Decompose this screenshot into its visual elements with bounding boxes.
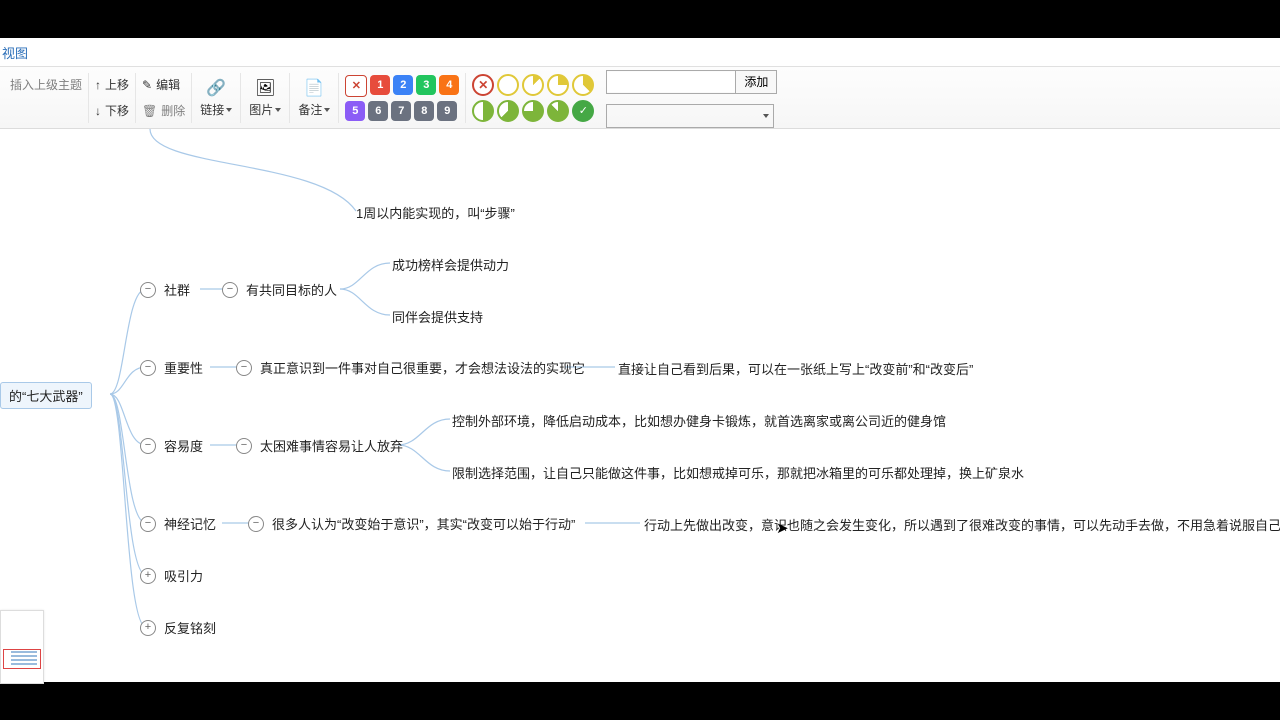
priority-5-button[interactable]: 5 [345,101,365,121]
collapse-icon[interactable]: − [140,282,156,298]
mindmap-node-neural[interactable]: − 神经记忆 [140,514,216,533]
letterbox-bottom [0,682,1280,720]
arrow-down-icon: ↓ [95,104,101,118]
connectors [0,129,1280,684]
collapse-icon[interactable]: − [140,438,156,454]
collapse-icon[interactable]: − [222,282,238,298]
progress-12-button[interactable] [522,74,544,96]
priority-1-button[interactable]: 1 [370,75,390,95]
collapse-icon[interactable]: − [236,360,252,376]
tag-input[interactable] [607,72,735,92]
trash-icon: 🗑 [142,104,157,118]
mindmap-node-importance[interactable]: − 重要性 [140,358,203,377]
node-label: 神经记忆 [164,514,216,533]
tab-bar: 视图 [0,38,1280,67]
mindmap-leaf[interactable]: 限制选择范围，让自己只能做这件事，比如想戒掉可乐，那就把冰箱里的可乐都处理掉，换… [452,463,1024,482]
node-label: 很多人认为“改变始于意识”，其实“改变可以始于行动” [272,514,575,533]
priority-row-top: ✕ 1 2 3 4 [345,75,459,97]
expand-icon[interactable]: + [140,620,156,636]
node-label: 有共同目标的人 [246,280,337,299]
note-icon: 📄 [303,77,325,99]
node-label: 重要性 [164,358,203,377]
node-label: 的“七大武器” [9,386,83,405]
edit-button[interactable]: ✎编辑 [142,75,185,95]
mindmap-leaf[interactable]: 成功榜样会提供动力 [392,255,509,274]
mindmap-node-ease-child[interactable]: − 太困难事情容易让人放弃 [236,436,403,455]
progress-37-button[interactable] [572,74,594,96]
progress-50-button[interactable] [472,100,494,122]
priority-9-button[interactable]: 9 [437,101,457,121]
progress-100-button[interactable]: ✓ [572,100,594,122]
mindmap-leaf[interactable]: 直接让自己看到后果，可以在一张纸上写上“改变前”和“改变后” [618,359,973,378]
move-down-button[interactable]: ↓下移 [95,101,129,121]
collapse-icon[interactable]: − [140,360,156,376]
link-dropdown[interactable]: 🔗 链接 [192,73,241,123]
progress-62-button[interactable] [497,100,519,122]
mindmap-root-node[interactable]: 的“七大武器” [0,382,92,409]
progress-row-top: ✕ [472,74,594,96]
progress-25-button[interactable] [547,74,569,96]
tag-combo[interactable] [606,104,774,128]
chevron-down-icon [763,114,769,118]
link-icon: 🔗 [205,77,227,99]
progress-87-button[interactable] [547,100,569,122]
tag-add-box: 添加 [606,70,777,94]
letterbox-top [0,0,1280,38]
mindmap-node-importance-child[interactable]: − 真正意识到一件事对自己很重要，才会想法设法的实现它 [236,358,585,377]
mindmap-node-community-child[interactable]: − 有共同目标的人 [222,280,337,299]
collapse-icon[interactable]: − [236,438,252,454]
image-dropdown[interactable]: 🖼 图片 [241,73,290,123]
priority-4-button[interactable]: 4 [439,75,459,95]
node-label: 反复铭刻 [164,618,216,637]
expand-icon[interactable]: + [140,568,156,584]
insert-parent-topic-button[interactable]: 插入上级主题 [10,75,82,95]
chevron-down-icon [226,108,232,112]
pencil-icon: ✎ [142,78,152,92]
node-label: 社群 [164,280,190,299]
chevron-down-icon [275,108,281,112]
mindmap-node-neural-child[interactable]: − 很多人认为“改变始于意识”，其实“改变可以始于行动” [248,514,575,533]
node-label: 容易度 [164,436,203,455]
image-icon: 🖼 [254,77,276,99]
node-label: 吸引力 [164,566,203,585]
mindmap-node-repeat[interactable]: + 反复铭刻 [140,618,216,637]
progress-clear-button[interactable]: ✕ [472,74,494,96]
collapse-icon[interactable]: − [140,516,156,532]
mindmap-leaf[interactable]: 行动上先做出改变，意识也随之会发生变化，所以遇到了很难改变的事情，可以先动手去做… [644,515,1280,534]
progress-row-bottom: ✓ [472,100,594,122]
mindmap-leaf[interactable]: 同伴会提供支持 [392,307,483,326]
priority-8-button[interactable]: 8 [414,101,434,121]
arrow-up-icon: ↑ [95,78,101,92]
mindmap-leaf[interactable]: 1周以内能实现的，叫“步骤” [356,203,515,222]
priority-clear-button[interactable]: ✕ [345,75,367,97]
delete-button[interactable]: 🗑删除 [142,101,185,121]
toolbar: 插入上级主题 ↑上移 ↓下移 ✎编辑 🗑删除 🔗 链接 🖼 图片 📄 备注 ✕ … [0,67,1280,129]
move-up-button[interactable]: ↑上移 [95,75,129,95]
collapse-icon[interactable]: − [248,516,264,532]
progress-0-button[interactable] [497,74,519,96]
mindmap-node-community[interactable]: − 社群 [140,280,190,299]
tab-view[interactable]: 视图 [2,43,28,62]
minimap[interactable] [0,610,44,684]
priority-3-button[interactable]: 3 [416,75,436,95]
mindmap-node-attraction[interactable]: + 吸引力 [140,566,203,585]
tag-add-button[interactable]: 添加 [735,71,776,93]
minimap-viewport[interactable] [3,649,41,669]
progress-75-button[interactable] [522,100,544,122]
priority-2-button[interactable]: 2 [393,75,413,95]
node-label: 太困难事情容易让人放弃 [260,436,403,455]
note-dropdown[interactable]: 📄 备注 [290,73,339,123]
priority-7-button[interactable]: 7 [391,101,411,121]
mindmap-node-ease[interactable]: − 容易度 [140,436,203,455]
mindmap-canvas[interactable]: 的“七大武器” 1周以内能实现的，叫“步骤” − 社群 − 有共同目标的人 成功… [0,129,1280,684]
priority-6-button[interactable]: 6 [368,101,388,121]
priority-row-bottom: 5 6 7 8 9 [345,101,459,121]
chevron-down-icon [324,108,330,112]
cut-placeholder [10,101,82,121]
mindmap-leaf[interactable]: 控制外部环境，降低启动成本，比如想办健身卡锻炼，就首选离家或离公司近的健身馆 [452,411,946,430]
node-label: 真正意识到一件事对自己很重要，才会想法设法的实现它 [260,358,585,377]
